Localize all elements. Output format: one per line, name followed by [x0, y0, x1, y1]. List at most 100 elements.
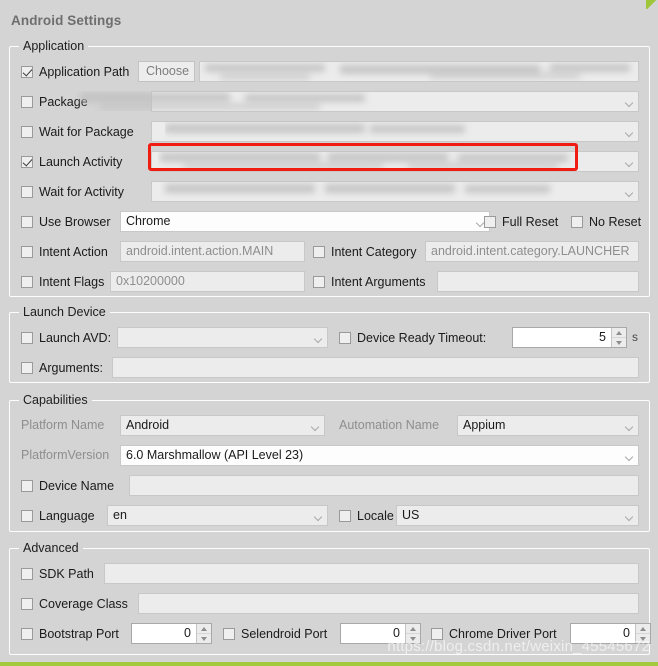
spinner-device-ready-timeout[interactable]: 5	[512, 327, 627, 348]
label-use-browser: Use Browser	[39, 214, 111, 229]
combo-locale[interactable]: US	[396, 505, 639, 526]
checkbox-full-reset[interactable]	[484, 215, 496, 228]
label-selendroid-port: Selendroid Port	[241, 626, 328, 641]
row-bootstrap-port: Bootstrap Port	[21, 623, 119, 644]
checkbox-launch-activity[interactable]	[21, 155, 33, 168]
checkbox-coverage-class[interactable]	[21, 597, 33, 610]
label-wait-for-activity: Wait for Activity	[39, 184, 124, 199]
label-bootstrap-port: Bootstrap Port	[39, 626, 119, 641]
combo-platform-version[interactable]: 6.0 Marshmallow (API Level 23)	[120, 445, 639, 466]
spinner-chrome-driver-port-arrows[interactable]	[635, 624, 650, 643]
combo-wait-for-package[interactable]	[151, 121, 639, 142]
combo-wait-for-activity[interactable]	[151, 181, 639, 202]
input-intent-action[interactable]: android.intent.action.MAIN	[120, 241, 305, 262]
group-launch-device-title: Launch Device	[19, 305, 110, 319]
combo-package[interactable]	[151, 91, 639, 112]
checkbox-bootstrap-port[interactable]	[21, 627, 33, 640]
checkbox-wait-for-package[interactable]	[21, 125, 33, 138]
bottom-accent-strip	[0, 662, 658, 666]
label-platform-name: Platform Name	[21, 418, 105, 432]
checkbox-intent-arguments[interactable]	[313, 275, 325, 288]
row-launch-avd: Launch AVD:	[21, 327, 111, 348]
row-sdk-path: SDK Path	[21, 563, 94, 584]
spinner-down-icon[interactable]	[406, 633, 420, 643]
label-language: Language	[39, 508, 95, 523]
label-intent-category: Intent Category	[331, 244, 417, 259]
input-device-name[interactable]	[129, 475, 639, 496]
row-selendroid-port: Selendroid Port	[223, 623, 327, 644]
label-launch-avd: Launch AVD:	[39, 330, 112, 345]
group-advanced: Advanced SDK Path Coverage Class Bootstr…	[9, 541, 651, 655]
input-coverage-class[interactable]	[138, 593, 639, 614]
checkbox-wait-for-activity[interactable]	[21, 185, 33, 198]
checkbox-intent-action[interactable]	[21, 245, 33, 258]
checkbox-intent-category[interactable]	[313, 245, 325, 258]
checkbox-selendroid-port[interactable]	[223, 627, 235, 640]
row-wait-for-activity: Wait for Activity	[21, 181, 124, 202]
spinner-up-icon[interactable]	[406, 624, 420, 633]
label-coverage-class: Coverage Class	[39, 596, 128, 611]
label-no-reset: No Reset	[589, 214, 642, 229]
combo-platform-name[interactable]: Android	[120, 415, 325, 436]
spinner-selendroid-port-value[interactable]: 0	[341, 624, 405, 643]
checkbox-device-ready-timeout[interactable]	[339, 331, 351, 344]
combo-automation-name[interactable]: Appium	[457, 415, 639, 436]
checkbox-locale[interactable]	[339, 509, 351, 522]
checkbox-launch-avd[interactable]	[21, 331, 33, 344]
label-automation-name: Automation Name	[339, 418, 440, 432]
checkbox-device-name[interactable]	[21, 479, 33, 492]
checkbox-language[interactable]	[21, 509, 33, 522]
row-intent-arguments: Intent Arguments	[313, 271, 426, 292]
checkbox-no-reset[interactable]	[571, 215, 583, 228]
spinner-up-icon[interactable]	[197, 624, 211, 633]
label-launch-activity: Launch Activity	[39, 154, 123, 169]
input-sdk-path[interactable]	[104, 563, 639, 584]
label-device-name: Device Name	[39, 478, 115, 493]
spinner-up-icon[interactable]	[612, 328, 626, 337]
checkbox-chrome-driver-port[interactable]	[431, 627, 443, 640]
checkbox-application-path[interactable]	[21, 65, 33, 78]
spinner-bootstrap-port-arrows[interactable]	[196, 624, 211, 643]
spinner-up-icon[interactable]	[636, 624, 650, 633]
checkbox-package[interactable]	[21, 95, 33, 108]
group-application: Application Application Path Choose Pack…	[9, 39, 650, 297]
checkbox-arguments[interactable]	[21, 361, 33, 374]
label-device-ready-timeout: Device Ready Timeout:	[357, 330, 487, 345]
combo-use-browser[interactable]: Chrome	[120, 211, 490, 232]
spinner-chrome-driver-port[interactable]: 0	[570, 623, 651, 644]
spinner-bootstrap-port[interactable]: 0	[131, 623, 212, 644]
group-application-title: Application	[19, 39, 89, 53]
input-intent-arguments[interactable]	[437, 271, 639, 292]
spinner-down-icon[interactable]	[636, 633, 650, 643]
combo-launch-avd[interactable]	[117, 327, 328, 348]
label-intent-arguments: Intent Arguments	[331, 274, 426, 289]
spinner-device-ready-timeout-value[interactable]: 5	[513, 328, 611, 347]
input-intent-category[interactable]: android.intent.category.LAUNCHER	[425, 241, 639, 262]
spinner-down-icon[interactable]	[612, 337, 626, 347]
label-intent-action: Intent Action	[39, 244, 108, 259]
spinner-down-icon[interactable]	[197, 633, 211, 643]
label-full-reset: Full Reset	[502, 214, 559, 229]
combo-language[interactable]: en	[107, 505, 328, 526]
label-application-path: Application Path	[39, 64, 130, 79]
spinner-device-ready-timeout-arrows[interactable]	[611, 328, 626, 347]
row-intent-action: Intent Action	[21, 241, 108, 262]
spinner-chrome-driver-port-value[interactable]: 0	[571, 624, 635, 643]
choose-button[interactable]: Choose	[138, 61, 195, 82]
input-arguments[interactable]	[112, 357, 639, 378]
corner-accent	[646, 0, 658, 9]
input-application-path[interactable]	[199, 61, 639, 82]
checkbox-intent-flags[interactable]	[21, 275, 33, 288]
input-intent-flags[interactable]: 0x10200000	[110, 271, 305, 292]
spinner-selendroid-port-arrows[interactable]	[405, 624, 420, 643]
row-device-name: Device Name	[21, 475, 114, 496]
row-intent-flags: Intent Flags	[21, 271, 104, 292]
combo-launch-activity[interactable]	[151, 151, 639, 172]
spinner-selendroid-port[interactable]: 0	[340, 623, 421, 644]
checkbox-sdk-path[interactable]	[21, 567, 33, 580]
label-intent-flags: Intent Flags	[39, 274, 105, 289]
group-capabilities-title: Capabilities	[19, 393, 92, 407]
spinner-bootstrap-port-value[interactable]: 0	[132, 624, 196, 643]
row-launch-activity: Launch Activity	[21, 151, 122, 172]
checkbox-use-browser[interactable]	[21, 215, 33, 228]
